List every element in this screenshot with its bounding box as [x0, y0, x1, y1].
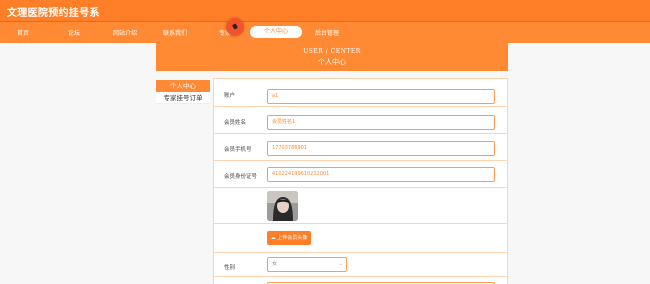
sidebar: 个人中心 专家挂号订单	[156, 80, 210, 104]
upload-icon: ☁	[270, 235, 276, 241]
form-row-name: 会员姓名 会员姓名1	[214, 107, 507, 134]
profile-form: 账户 a1 会员姓名 会员姓名1 会员手机号 17703786901 会员身份证…	[213, 78, 508, 284]
account-field[interactable]: a1	[267, 89, 495, 104]
banner-title-zh: 个人中心	[318, 58, 346, 66]
page-banner: USER / CENTER 个人中心	[156, 43, 508, 71]
main-nav: 首页 论坛 网站介绍 联系我们 专家 个人中心 后台管理	[0, 22, 650, 43]
avatar	[267, 191, 298, 221]
form-row-gender: 性别 女 ⌄	[214, 253, 507, 277]
form-row-upload: ☁ 上传会员头像	[214, 224, 507, 253]
app-title: 文理医院预约挂号系	[7, 8, 100, 19]
nav-admin[interactable]: 后台管理	[315, 28, 339, 37]
upload-button-label: 上传会员头像	[277, 235, 308, 241]
phone-label: 会员手机号	[224, 147, 252, 153]
nav-contact[interactable]: 联系我们	[163, 28, 187, 37]
cursor-icon	[226, 18, 244, 36]
nav-home[interactable]: 首页	[17, 28, 29, 37]
chevron-down-icon: ⌄	[338, 261, 343, 267]
gender-label: 性别	[224, 265, 236, 271]
form-row-account: 账户 a1	[214, 79, 507, 107]
gender-value: 女	[272, 261, 278, 267]
nav-user-center[interactable]: 个人中心	[250, 26, 303, 38]
nav-forum[interactable]: 论坛	[68, 28, 80, 37]
form-row-next	[214, 277, 507, 284]
upload-avatar-button[interactable]: ☁ 上传会员头像	[267, 231, 311, 245]
form-row-idcard: 会员身份证号 410224199610232001	[214, 161, 507, 188]
top-header: 文理医院预约挂号系	[0, 0, 650, 22]
nav-about[interactable]: 网站介绍	[113, 28, 137, 37]
form-row-avatar	[214, 188, 507, 224]
form-row-phone: 会员手机号 17703786901	[214, 134, 507, 161]
name-label: 会员姓名	[224, 120, 247, 126]
gender-select[interactable]: 女 ⌄	[267, 257, 347, 272]
phone-field[interactable]: 17703786901	[267, 141, 495, 156]
idcard-field[interactable]: 410224199610232001	[267, 167, 495, 182]
idcard-label: 会员身份证号	[224, 174, 258, 180]
name-field[interactable]: 会员姓名1	[267, 115, 495, 130]
banner-title-en: USER / CENTER	[303, 48, 361, 55]
account-label: 账户	[224, 93, 236, 99]
sidebar-item-orders[interactable]: 专家挂号订单	[156, 92, 210, 104]
sidebar-item-user-center[interactable]: 个人中心	[156, 80, 210, 92]
